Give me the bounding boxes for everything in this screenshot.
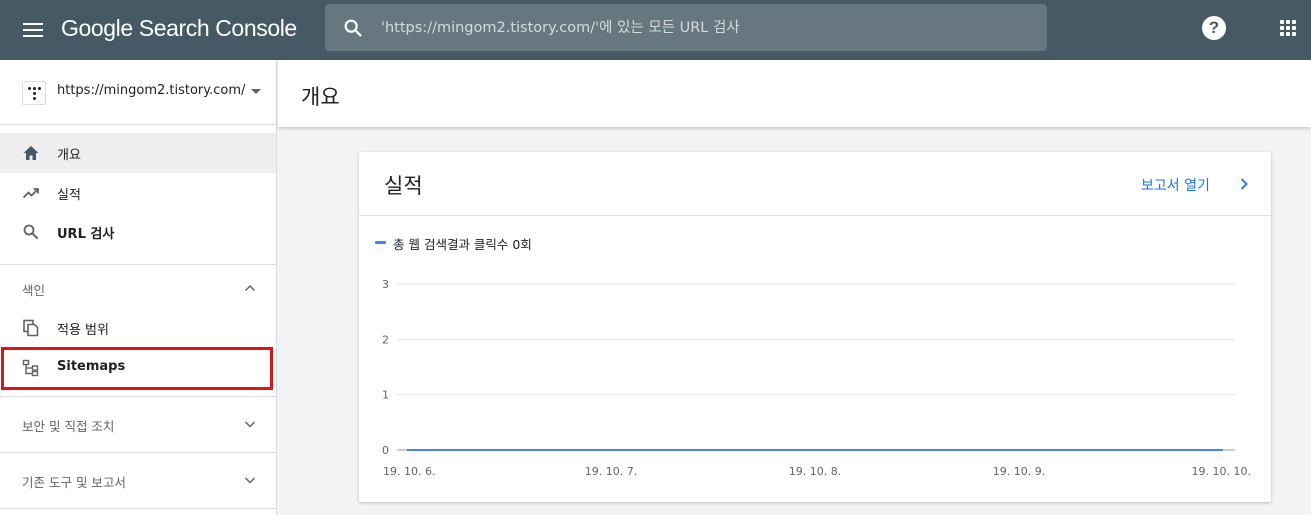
sidebar-item-label: URL 검사 bbox=[57, 227, 115, 242]
card-divider bbox=[359, 215, 1271, 216]
x-tick-label: 19. 10. 6. bbox=[383, 465, 435, 478]
dropdown-arrow-icon[interactable] bbox=[251, 89, 261, 94]
performance-card: 실적 보고서 열기 총 웹 검색결과 클릭수 0회 0 1 2 3 19. 10. 6.… bbox=[359, 152, 1271, 502]
x-tick-label: 19. 10. 7. bbox=[585, 465, 637, 478]
property-url: https://mingom2.tistory.com/ bbox=[57, 83, 246, 98]
clicks-line-chart: 0 1 2 3 19. 10. 6. 19. 10. 7. 19. 10. 8. 19. 10… bbox=[382, 278, 1251, 478]
search-icon bbox=[23, 224, 39, 240]
help-icon[interactable]: ? bbox=[1202, 16, 1226, 40]
sidebar-item-url-inspection[interactable]: URL 검사 bbox=[0, 212, 276, 252]
y-tick-label: 2 bbox=[382, 333, 389, 346]
brand-logo[interactable]: Google Search Console bbox=[61, 15, 297, 42]
sidebar-section-legacy[interactable]: 기존 도구 및 보고서 bbox=[0, 460, 276, 500]
sidebar-item-overview[interactable]: 개요 bbox=[0, 133, 276, 173]
section-label: 보안 및 직접 조치 bbox=[22, 419, 115, 434]
legend-label: 총 웹 검색결과 클릭수 0회 bbox=[393, 237, 532, 252]
sidebar-section-security[interactable]: 보안 및 직접 조치 bbox=[0, 404, 276, 444]
sidebar-item-coverage[interactable]: 적용 범위 bbox=[0, 308, 276, 348]
search-input[interactable] bbox=[381, 4, 1031, 51]
chevron-down-icon bbox=[244, 477, 256, 484]
chevron-down-icon bbox=[244, 421, 256, 428]
y-tick-label: 1 bbox=[382, 389, 389, 402]
url-inspection-search[interactable] bbox=[325, 4, 1047, 51]
y-tick-label: 0 bbox=[382, 444, 389, 457]
copy-icon bbox=[23, 319, 39, 337]
sidebar-divider bbox=[0, 452, 276, 453]
sidebar-item-sitemaps[interactable]: Sitemaps bbox=[0, 348, 276, 388]
open-report-link[interactable]: 보고서 열기 bbox=[1141, 175, 1248, 195]
top-app-bar: Google Search Console ? bbox=[0, 0, 1311, 60]
property-selector[interactable]: https://mingom2.tistory.com/ bbox=[0, 60, 276, 125]
search-icon bbox=[344, 19, 362, 37]
sidebar-section-index[interactable]: 색인 bbox=[0, 268, 276, 308]
legend-swatch bbox=[375, 241, 386, 244]
section-label: 색인 bbox=[22, 283, 46, 298]
x-tick-label: 19. 10. 8. bbox=[789, 465, 841, 478]
sidebar-item-performance[interactable]: 실적 bbox=[0, 173, 276, 213]
sidebar: https://mingom2.tistory.com/ 개요 실적 URL 검… bbox=[0, 60, 277, 515]
trending-up-icon bbox=[22, 188, 39, 199]
page-header: 개요 bbox=[278, 60, 1311, 127]
apps-grid-icon[interactable] bbox=[1280, 20, 1296, 36]
sidebar-divider bbox=[0, 264, 276, 265]
sitemap-icon bbox=[22, 359, 39, 377]
chevron-right-icon bbox=[1240, 178, 1248, 190]
sidebar-item-label: 개요 bbox=[57, 148, 81, 163]
open-report-label: 보고서 열기 bbox=[1141, 178, 1210, 194]
page-title: 개요 bbox=[301, 85, 340, 109]
chevron-up-icon bbox=[244, 284, 256, 292]
card-title: 실적 bbox=[384, 174, 423, 198]
home-icon bbox=[23, 146, 39, 160]
y-tick-label: 3 bbox=[382, 278, 389, 291]
sidebar-item-label: Sitemaps bbox=[57, 359, 126, 374]
menu-icon[interactable] bbox=[18, 17, 48, 43]
sidebar-divider bbox=[0, 508, 276, 509]
section-label: 기존 도구 및 보고서 bbox=[22, 475, 126, 490]
sidebar-divider bbox=[0, 396, 276, 397]
x-tick-label: 19. 10. 9. bbox=[993, 465, 1045, 478]
x-tick-label: 19. 10. 10. bbox=[1192, 465, 1251, 478]
sidebar-item-label: 적용 범위 bbox=[57, 323, 109, 338]
property-favicon-icon bbox=[22, 81, 46, 105]
sidebar-item-label: 실적 bbox=[57, 188, 81, 203]
